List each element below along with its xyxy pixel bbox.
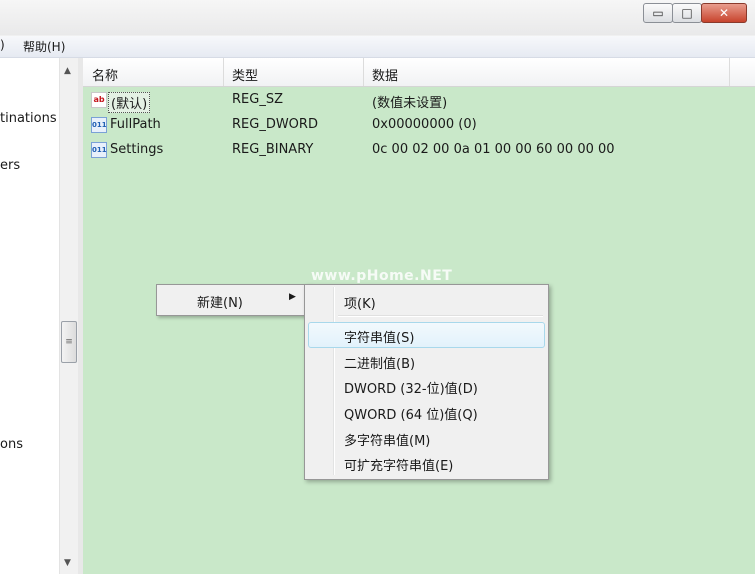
value-type: REG_DWORD: [232, 117, 318, 132]
column-header-type[interactable]: 类型: [232, 65, 258, 84]
tree-item[interactable]: ers: [0, 158, 20, 173]
value-name: (默认): [108, 92, 151, 113]
string-value-icon: ab: [91, 92, 107, 108]
minimize-button[interactable]: ▭: [643, 3, 673, 23]
menu-item-multi-string-value[interactable]: 多字符串值(M): [344, 430, 430, 449]
tree-item[interactable]: tinations: [0, 111, 57, 126]
maximize-button[interactable]: □: [672, 3, 702, 23]
tree-scrollbar[interactable]: ▲ ≡ ▼: [59, 58, 78, 574]
close-button[interactable]: ✕: [701, 3, 747, 23]
binary-value-icon: 011: [91, 117, 107, 133]
menu-item-binary-value[interactable]: 二进制值(B): [344, 353, 415, 372]
scrollbar-thumb[interactable]: ≡: [61, 321, 77, 363]
menu-gutter: [333, 287, 335, 475]
tree-item[interactable]: ons: [0, 437, 23, 452]
new-submenu: 项(K) 字符串值(S) 二进制值(B) DWORD (32-位)值(D) QW…: [304, 284, 549, 480]
scroll-up-arrow-icon[interactable]: ▲: [64, 66, 71, 76]
submenu-arrow-icon: ▶: [289, 292, 296, 302]
list-row[interactable]: 011 Settings REG_BINARY 0c 00 02 00 0a 0…: [83, 139, 755, 163]
value-data: 0c 00 02 00 0a 01 00 00 60 00 00 00: [372, 142, 615, 157]
value-name: Settings: [110, 142, 164, 157]
list-header: 名称 类型 数据: [83, 58, 755, 87]
menu-item-key[interactable]: 项(K): [344, 293, 376, 312]
list-row[interactable]: ab (默认) REG_SZ (数值未设置): [83, 89, 755, 113]
menu-bar: ) 帮助(H): [0, 36, 755, 58]
value-type: REG_SZ: [232, 92, 283, 107]
column-separator[interactable]: [223, 58, 224, 86]
column-header-data[interactable]: 数据: [372, 65, 398, 84]
grip-icon: ≡: [65, 337, 73, 347]
binary-value-icon: 011: [91, 142, 107, 158]
context-menu: 新建(N) ▶: [156, 284, 312, 316]
menu-item-qword-value[interactable]: QWORD (64 位)值(Q): [344, 404, 478, 423]
column-header-name[interactable]: 名称: [92, 65, 118, 84]
menu-item-partial[interactable]: ): [0, 38, 5, 52]
menu-item-dword-value[interactable]: DWORD (32-位)值(D): [344, 378, 478, 397]
value-data: 0x00000000 (0): [372, 117, 477, 132]
watermark: www.pHome.NET: [311, 268, 453, 284]
column-separator[interactable]: [363, 58, 364, 86]
menu-item-new[interactable]: 新建(N): [197, 292, 243, 311]
menu-separator: [338, 315, 543, 317]
value-data: (数值未设置): [372, 96, 448, 111]
menu-item-help[interactable]: 帮助(H): [23, 38, 65, 55]
column-separator[interactable]: [729, 58, 730, 86]
menu-item-expandable-string-value[interactable]: 可扩充字符串值(E): [344, 455, 453, 474]
caption-buttons: ▭ □ ✕: [643, 3, 747, 23]
value-type: REG_BINARY: [232, 142, 314, 157]
title-bar: ▭ □ ✕: [0, 0, 755, 35]
menu-item-string-value[interactable]: 字符串值(S): [344, 327, 414, 346]
value-name: FullPath: [110, 117, 161, 132]
registry-tree: tinations ers ons: [0, 58, 60, 574]
scroll-down-arrow-icon[interactable]: ▼: [64, 558, 71, 568]
list-row[interactable]: 011 FullPath REG_DWORD 0x00000000 (0): [83, 114, 755, 138]
